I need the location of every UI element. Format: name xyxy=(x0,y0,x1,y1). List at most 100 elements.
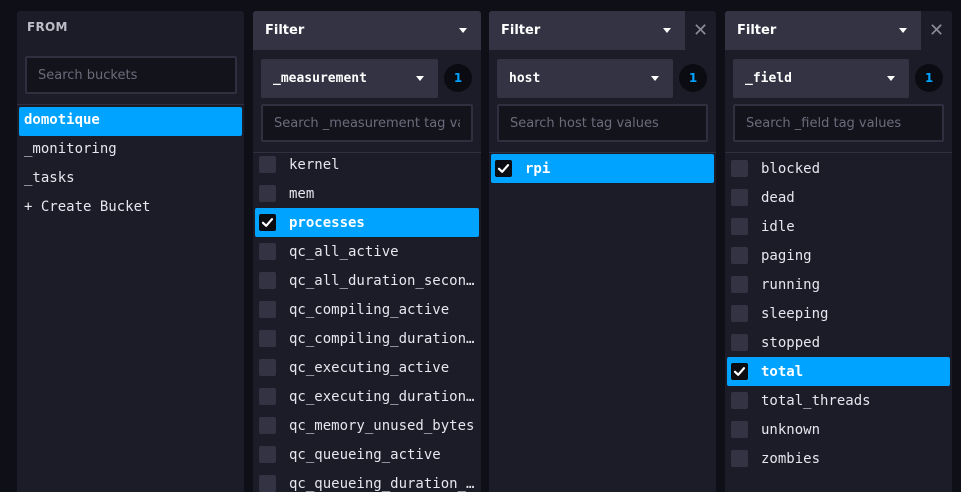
checkbox[interactable] xyxy=(731,392,748,409)
filter-function-selector[interactable]: Filter xyxy=(725,11,921,50)
chevron-down-icon xyxy=(416,76,424,81)
tag-value-item[interactable]: paging xyxy=(727,241,950,270)
tag-value-item[interactable]: qc_memory_unused_bytes xyxy=(255,411,479,440)
remove-filter-button[interactable]: ✕ xyxy=(685,11,716,50)
remove-filter-button[interactable]: ✕ xyxy=(921,11,952,50)
tag-key-dropdown[interactable]: _field xyxy=(733,59,909,98)
close-icon: ✕ xyxy=(928,20,945,41)
tag-value-list: kernel mem processes qc_all_active qc_all_du… xyxy=(255,150,479,492)
tag-values-search-input[interactable] xyxy=(733,104,944,142)
tag-value-item[interactable]: zombies xyxy=(727,444,950,473)
search-buckets-input[interactable] xyxy=(25,56,237,94)
tag-value-item[interactable]: idle xyxy=(727,212,950,241)
divider xyxy=(17,104,244,105)
tag-key-dropdown[interactable]: _measurement xyxy=(261,59,438,98)
checkbox[interactable] xyxy=(731,189,748,206)
filter-header-label: Filter xyxy=(501,23,541,38)
tag-value-label: kernel xyxy=(289,156,340,173)
checkbox[interactable] xyxy=(259,272,276,289)
checkbox[interactable] xyxy=(731,305,748,322)
tag-value-label: rpi xyxy=(525,160,551,177)
checkbox[interactable] xyxy=(259,185,276,202)
tag-value-item[interactable]: sleeping xyxy=(727,299,950,328)
tag-key-dropdown[interactable]: host xyxy=(497,59,673,98)
tag-value-item[interactable]: unknown xyxy=(727,415,950,444)
tag-value-item[interactable]: dead xyxy=(727,183,950,212)
tag-value-item[interactable]: qc_all_duration_secon… xyxy=(255,266,479,295)
chevron-down-icon xyxy=(899,28,907,33)
checkbox[interactable] xyxy=(731,334,748,351)
checkbox[interactable] xyxy=(259,446,276,463)
tag-value-item[interactable]: total_threads xyxy=(727,386,950,415)
tag-value-label: qc_compiling_active xyxy=(289,301,450,318)
tag-value-item[interactable]: mem xyxy=(255,179,479,208)
tag-value-item[interactable]: qc_compiling_duration… xyxy=(255,324,479,353)
checkbox[interactable] xyxy=(495,160,512,177)
tag-value-list: rpi xyxy=(491,154,714,183)
checkbox[interactable] xyxy=(731,450,748,467)
tag-value-item[interactable]: total xyxy=(727,357,950,386)
tag-value-item[interactable]: processes xyxy=(255,208,479,237)
tag-value-label: qc_all_duration_secon… xyxy=(289,272,475,289)
bucket-item-monitoring[interactable]: _monitoring xyxy=(19,136,242,165)
checkbox[interactable] xyxy=(259,243,276,260)
close-icon: ✕ xyxy=(692,20,709,41)
tag-value-item[interactable]: stopped xyxy=(727,328,950,357)
check-icon xyxy=(261,218,274,227)
check-icon xyxy=(733,367,746,376)
tag-value-label: qc_executing_active xyxy=(289,359,450,376)
tag-value-label: total xyxy=(761,363,804,380)
filter-header-label: Filter xyxy=(265,23,305,38)
tag-value-item[interactable]: qc_queueing_duration_… xyxy=(255,469,479,492)
tag-value-label: processes xyxy=(289,214,365,231)
tag-value-item[interactable]: blocked xyxy=(727,154,950,183)
filter-function-selector[interactable]: Filter xyxy=(253,11,481,50)
filter-panel-field: Filter ✕ _field 1 blocked dead idle paging r… xyxy=(725,11,952,492)
create-bucket-button[interactable]: + Create Bucket xyxy=(19,194,242,223)
tag-value-label: total_threads xyxy=(761,392,871,409)
tag-value-label: dead xyxy=(761,189,795,206)
tag-value-item[interactable]: rpi xyxy=(491,154,714,183)
checkbox[interactable] xyxy=(731,247,748,264)
filter-panel-measurement: Filter _measurement 1 kernel mem processes… xyxy=(253,11,481,492)
bucket-item-domotique[interactable]: domotique xyxy=(19,107,242,136)
tag-value-item[interactable]: qc_compiling_active xyxy=(255,295,479,324)
tag-value-item[interactable]: qc_executing_duration… xyxy=(255,382,479,411)
checkbox[interactable] xyxy=(259,475,276,492)
checkbox[interactable] xyxy=(731,276,748,293)
checkbox[interactable] xyxy=(259,330,276,347)
tag-values-search-input[interactable] xyxy=(497,104,708,142)
selected-count-badge: 1 xyxy=(915,64,943,92)
tag-value-list: blocked dead idle paging running sleeping stop… xyxy=(727,154,950,473)
tag-value-label: blocked xyxy=(761,160,821,177)
tag-value-label: running xyxy=(761,276,821,293)
checkbox[interactable] xyxy=(259,214,276,231)
checkbox[interactable] xyxy=(259,359,276,376)
tag-value-label: sleeping xyxy=(761,305,829,322)
divider xyxy=(725,152,952,153)
selected-count-badge: 1 xyxy=(679,64,707,92)
checkbox[interactable] xyxy=(259,156,276,173)
filter-function-selector[interactable]: Filter xyxy=(489,11,685,50)
tag-value-label: paging xyxy=(761,247,812,264)
tag-values-search-input[interactable] xyxy=(261,104,473,142)
tag-value-item[interactable]: running xyxy=(727,270,950,299)
tag-value-label: qc_all_active xyxy=(289,243,399,260)
tag-value-item[interactable]: kernel xyxy=(255,150,479,179)
tag-value-label: qc_queueing_active xyxy=(289,446,441,463)
checkbox[interactable] xyxy=(731,160,748,177)
checkbox[interactable] xyxy=(259,301,276,318)
checkbox[interactable] xyxy=(259,388,276,405)
tag-key-label: host xyxy=(509,71,541,86)
tag-value-label: qc_queueing_duration_… xyxy=(289,475,475,492)
tag-key-label: _field xyxy=(745,71,792,86)
tag-value-item[interactable]: qc_queueing_active xyxy=(255,440,479,469)
checkbox[interactable] xyxy=(731,421,748,438)
tag-value-item[interactable]: qc_executing_active xyxy=(255,353,479,382)
tag-value-item[interactable]: qc_all_active xyxy=(255,237,479,266)
checkbox[interactable] xyxy=(259,417,276,434)
chevron-down-icon xyxy=(887,76,895,81)
checkbox[interactable] xyxy=(731,218,748,235)
checkbox[interactable] xyxy=(731,363,748,380)
bucket-item-tasks[interactable]: _tasks xyxy=(19,165,242,194)
